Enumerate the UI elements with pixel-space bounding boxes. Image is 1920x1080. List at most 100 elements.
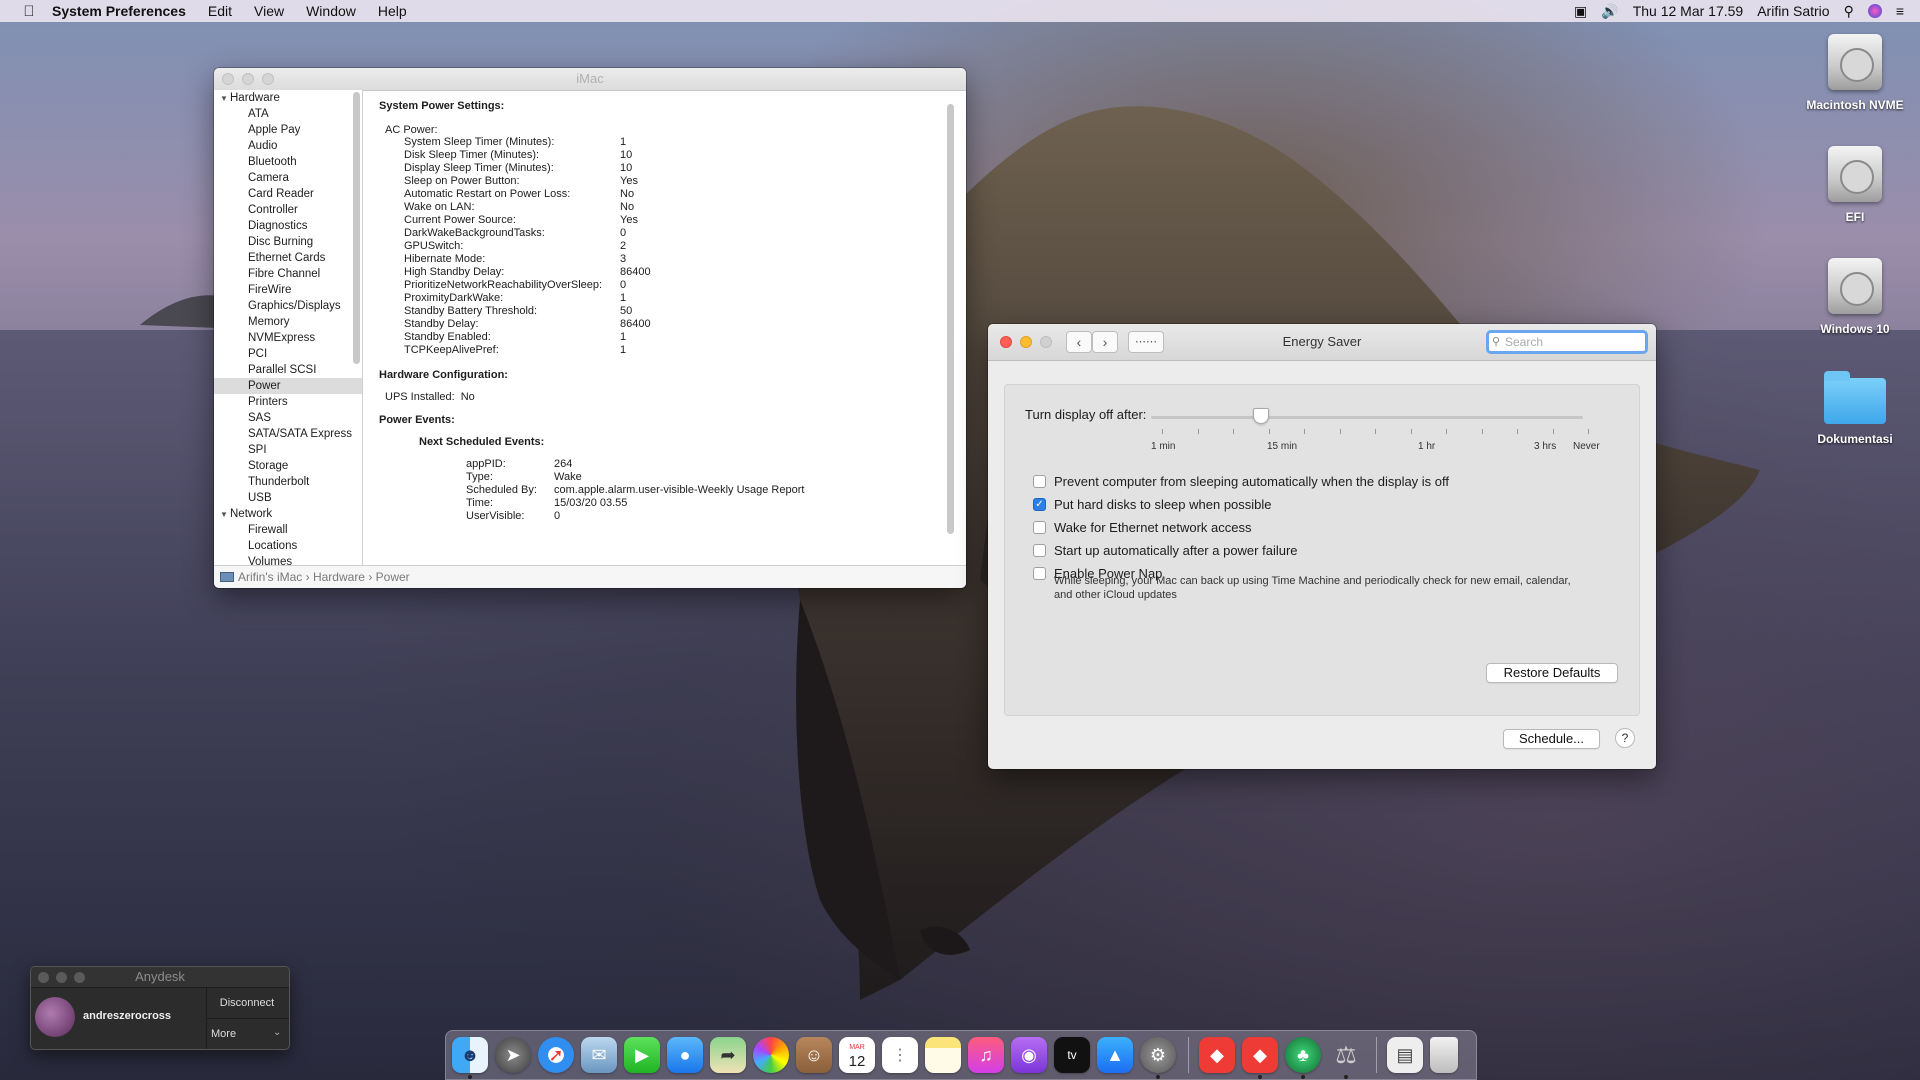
sidebar-item[interactable]: SPI	[214, 442, 362, 458]
menu-user[interactable]: Arifin Satrio	[1757, 3, 1829, 19]
zoom-button[interactable]	[74, 972, 85, 983]
checkbox[interactable]	[1033, 567, 1046, 580]
help-button[interactable]: ?	[1615, 728, 1635, 748]
anydesk-icon[interactable]: ◆	[1199, 1037, 1235, 1073]
notification-center-icon[interactable]: ≡	[1896, 3, 1904, 19]
sidebar-item[interactable]: Power	[214, 378, 362, 394]
sidebar-item[interactable]: NVMExpress	[214, 330, 362, 346]
restore-defaults-button[interactable]: Restore Defaults	[1486, 663, 1618, 683]
siri-icon[interactable]	[1867, 4, 1882, 18]
forward-button[interactable]: ›	[1092, 331, 1118, 353]
checkbox-checked[interactable]: ✓	[1033, 498, 1046, 511]
reminders-icon[interactable]: ⋮	[882, 1037, 918, 1073]
volume-icon[interactable]: 🔊	[1601, 3, 1618, 20]
option-disk-sleep[interactable]: ✓ Put hard disks to sleep when possible	[1033, 497, 1272, 512]
checkbox[interactable]	[1033, 521, 1046, 534]
launchpad-icon[interactable]: ➤	[495, 1037, 531, 1073]
contacts-icon[interactable]: ☺	[796, 1037, 832, 1073]
sidebar-item[interactable]: Graphics/Displays	[214, 298, 362, 314]
more-button[interactable]: More	[211, 1028, 236, 1040]
close-button[interactable]	[222, 73, 234, 85]
minimize-button[interactable]	[242, 73, 254, 85]
option-auto-startup[interactable]: Start up automatically after a power fai…	[1033, 543, 1298, 558]
option-prevent-sleep[interactable]: Prevent computer from sleeping automatic…	[1033, 474, 1449, 489]
sidebar-item[interactable]: Parallel SCSI	[214, 362, 362, 378]
document-icon[interactable]: ▤	[1387, 1037, 1423, 1073]
window-toolbar[interactable]: ‹ › ⋯⋯ Energy Saver ⚲ Search	[988, 324, 1656, 361]
sidebar-scrollbar[interactable]	[353, 92, 360, 364]
notes-icon[interactable]	[925, 1037, 961, 1073]
sidebar-item[interactable]: Printers	[214, 394, 362, 410]
safari-icon[interactable]: ➚	[538, 1037, 574, 1073]
menu-edit[interactable]: Edit	[208, 3, 232, 19]
zoom-button[interactable]	[262, 73, 274, 85]
podcasts-icon[interactable]: ◉	[1011, 1037, 1047, 1073]
sidebar-item[interactable]: PCI	[214, 346, 362, 362]
sidebar-item[interactable]: SAS	[214, 410, 362, 426]
calendar-icon[interactable]: MAR 12	[839, 1037, 875, 1073]
sidebar-item[interactable]: Locations	[214, 538, 362, 554]
display-sleep-slider-track[interactable]	[1151, 416, 1583, 419]
system-preferences-icon[interactable]: ⚙	[1140, 1037, 1176, 1079]
finder-icon[interactable]: ☻	[452, 1037, 488, 1079]
desktop-icon-windows-10[interactable]: Windows 10	[1800, 258, 1910, 336]
menu-view[interactable]: View	[254, 3, 284, 19]
sidebar-item[interactable]: Bluetooth	[214, 154, 362, 170]
system-information-icon[interactable]: ⚖	[1328, 1037, 1364, 1079]
menu-help[interactable]: Help	[378, 3, 407, 19]
sidebar-item[interactable]: Apple Pay	[214, 122, 362, 138]
anydesk-active-icon[interactable]: ◆	[1242, 1037, 1278, 1079]
menu-app-name[interactable]: System Preferences	[52, 3, 186, 19]
mail-icon[interactable]: ✉	[581, 1037, 617, 1073]
detail-scrollbar[interactable]	[947, 104, 954, 534]
clover-configurator-icon[interactable]: ♣	[1285, 1037, 1321, 1079]
sidebar-item[interactable]: Memory	[214, 314, 362, 330]
apple-menu-icon[interactable]: 	[20, 3, 38, 20]
window-titlebar[interactable]: iMac	[214, 68, 966, 91]
maps-icon[interactable]: ➦	[710, 1037, 746, 1073]
display-mirroring-icon[interactable]: ▣	[1574, 3, 1587, 20]
photos-icon[interactable]	[753, 1037, 789, 1073]
sidebar-group-hardware[interactable]: ▼ Hardware	[214, 90, 362, 106]
menu-clock[interactable]: Thu 12 Mar 17.59	[1633, 3, 1744, 19]
option-wake-ethernet[interactable]: Wake for Ethernet network access	[1033, 520, 1252, 535]
app-store-icon[interactable]: ▲	[1097, 1037, 1133, 1073]
anydesk-titlebar[interactable]: Anydesk	[31, 967, 289, 988]
sidebar-item[interactable]: Disc Burning	[214, 234, 362, 250]
close-button[interactable]	[38, 972, 49, 983]
chevron-down-icon[interactable]: ⌄	[273, 1027, 281, 1038]
sidebar-item[interactable]: Camera	[214, 170, 362, 186]
disclosure-triangle-icon[interactable]: ▼	[220, 91, 230, 107]
apple-tv-icon[interactable]: tv	[1054, 1037, 1090, 1073]
sidebar-item[interactable]: Card Reader	[214, 186, 362, 202]
desktop-icon-dokumentasi[interactable]: Dokumentasi	[1800, 371, 1910, 446]
sidebar-item[interactable]: FireWire	[214, 282, 362, 298]
sidebar-item[interactable]: USB	[214, 490, 362, 506]
sidebar-item[interactable]: Audio	[214, 138, 362, 154]
messages-icon[interactable]: ●	[667, 1037, 703, 1073]
zoom-button[interactable]	[1040, 336, 1052, 348]
checkbox[interactable]	[1033, 475, 1046, 488]
desktop-icon-macintosh-nvme[interactable]: Macintosh NVME	[1800, 34, 1910, 112]
sidebar-item[interactable]: Storage	[214, 458, 362, 474]
facetime-icon[interactable]: ▶	[624, 1037, 660, 1073]
disclosure-triangle-icon[interactable]: ▼	[220, 507, 230, 523]
menu-window[interactable]: Window	[306, 3, 356, 19]
sidebar-item[interactable]: Ethernet Cards	[214, 250, 362, 266]
schedule-button[interactable]: Schedule...	[1503, 729, 1600, 749]
display-sleep-slider-knob[interactable]	[1253, 408, 1269, 424]
disconnect-button[interactable]: Disconnect	[209, 997, 285, 1009]
sidebar-item[interactable]: Controller	[214, 202, 362, 218]
minimize-button[interactable]	[1020, 336, 1032, 348]
minimize-button[interactable]	[56, 972, 67, 983]
music-icon[interactable]: ♫	[968, 1037, 1004, 1073]
sidebar-item[interactable]: ATA	[214, 106, 362, 122]
trash-icon[interactable]	[1430, 1037, 1458, 1073]
sidebar-item[interactable]: Fibre Channel	[214, 266, 362, 282]
sidebar-group-network[interactable]: ▼ Network	[214, 506, 362, 522]
checkbox[interactable]	[1033, 544, 1046, 557]
back-button[interactable]: ‹	[1066, 331, 1092, 353]
spotlight-search-icon[interactable]: ⚲	[1844, 3, 1854, 20]
show-all-button[interactable]: ⋯⋯	[1128, 331, 1164, 353]
close-button[interactable]	[1000, 336, 1012, 348]
